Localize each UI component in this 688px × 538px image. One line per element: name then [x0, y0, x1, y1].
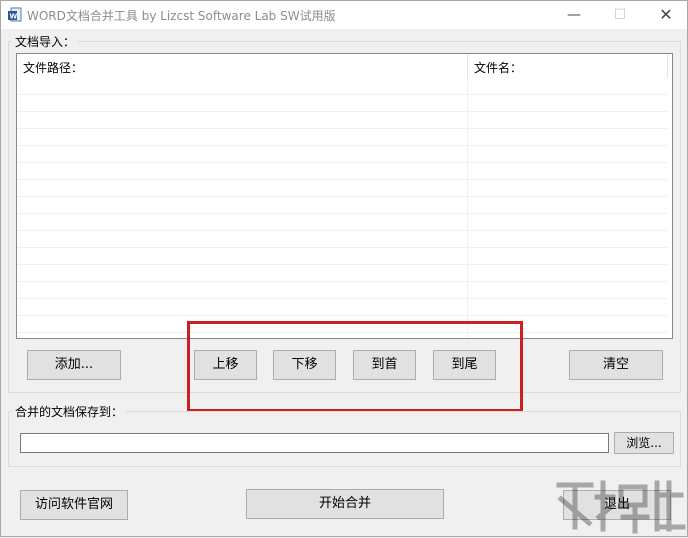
- header-divider: [667, 54, 668, 78]
- move-up-button[interactable]: 上移: [194, 350, 257, 380]
- empty-row: [17, 78, 667, 95]
- close-button[interactable]: ✕: [643, 1, 688, 29]
- column-divider: [467, 78, 468, 338]
- exit-button[interactable]: 退出: [563, 490, 671, 520]
- clear-button[interactable]: 清空: [569, 350, 663, 380]
- file-list[interactable]: 文件路径： 文件名：: [16, 53, 673, 339]
- empty-row: [17, 146, 667, 163]
- svg-text:W: W: [10, 13, 18, 21]
- app-window: W WORD文档合并工具 by Lizcst Software Lab SW试用…: [0, 0, 688, 537]
- column-file-name[interactable]: 文件名：: [467, 54, 667, 78]
- empty-row: [17, 95, 667, 112]
- move-to-bottom-button[interactable]: 到尾: [433, 350, 496, 380]
- column-file-path[interactable]: 文件路径：: [17, 54, 467, 78]
- maximize-button[interactable]: ☐: [597, 1, 643, 29]
- import-group-label: 文档导入：: [12, 33, 79, 50]
- save-path-input[interactable]: [20, 433, 609, 453]
- start-merge-button[interactable]: 开始合并: [246, 489, 444, 519]
- empty-row: [17, 129, 667, 146]
- add-button[interactable]: 添加...: [27, 350, 121, 380]
- empty-row: [17, 197, 667, 214]
- empty-row: [17, 180, 667, 197]
- empty-row: [17, 231, 667, 248]
- empty-row: [17, 299, 667, 316]
- minimize-button[interactable]: —: [551, 1, 597, 29]
- empty-row: [17, 214, 667, 231]
- file-list-body[interactable]: [17, 78, 672, 338]
- empty-row: [17, 248, 667, 265]
- word-doc-icon: W: [7, 7, 23, 23]
- title-bar: W WORD文档合并工具 by Lizcst Software Lab SW试用…: [1, 1, 687, 29]
- empty-row: [17, 163, 667, 180]
- empty-row: [17, 316, 667, 333]
- empty-row: [17, 112, 667, 129]
- move-down-button[interactable]: 下移: [273, 350, 336, 380]
- empty-row: [17, 282, 667, 299]
- browse-button[interactable]: 浏览...: [614, 432, 674, 454]
- save-group-label: 合并的文档保存到：: [12, 403, 127, 420]
- empty-row: [17, 265, 667, 282]
- move-to-top-button[interactable]: 到首: [353, 350, 416, 380]
- visit-website-button[interactable]: 访问软件官网: [20, 490, 128, 520]
- window-title: WORD文档合并工具 by Lizcst Software Lab SW试用版: [27, 9, 336, 23]
- file-list-header: 文件路径： 文件名：: [17, 54, 672, 78]
